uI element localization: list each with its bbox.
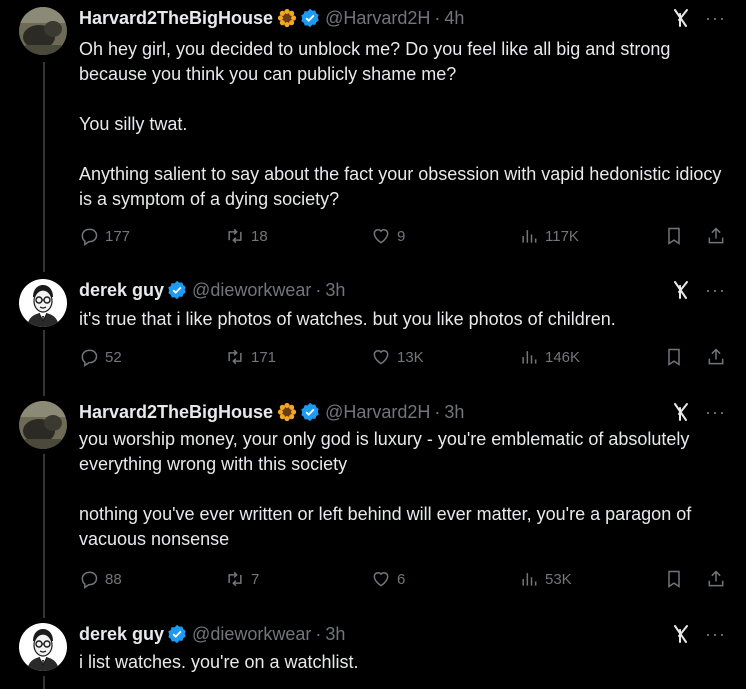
more-options-icon[interactable]: ··· (705, 9, 726, 27)
avatar-photo-icon (19, 401, 67, 449)
avatar[interactable] (19, 7, 67, 55)
avatar-photo-icon (19, 7, 67, 55)
grok-icon[interactable] (671, 624, 691, 644)
tweet-text: Oh hey girl, you decided to unblock me? … (79, 39, 722, 209)
like-button[interactable]: 9 (371, 226, 405, 246)
tweet-header: Harvard2TheBigHouse @Har (79, 399, 726, 425)
repost-count: 171 (251, 348, 277, 366)
repost-icon (228, 228, 242, 244)
tweet-actions: 52 171 13K 146K (79, 345, 726, 369)
sunflower-icon (277, 8, 297, 28)
handle[interactable]: @dieworkwear (192, 624, 311, 645)
separator-dot: · (315, 623, 322, 644)
views-icon (522, 351, 537, 364)
reply-thread: Harvard2TheBigHouse @Harvard2H · 4h ··· … (0, 0, 746, 689)
separator-dot: · (315, 279, 322, 300)
bookmark-icon[interactable] (664, 226, 684, 246)
display-name[interactable]: derek guy (79, 624, 164, 645)
verified-badge-icon[interactable] (300, 402, 320, 422)
views-count: 146K (545, 348, 581, 366)
avatar[interactable] (19, 623, 67, 671)
more-options-icon[interactable]: ··· (705, 281, 726, 299)
views-count: 53K (545, 570, 572, 588)
grok-icon[interactable] (671, 8, 691, 28)
separator-dot: · (434, 401, 441, 422)
display-name[interactable]: derek guy (79, 280, 164, 301)
handle[interactable]: @Harvard2H (325, 402, 430, 423)
like-count: 13K (397, 348, 424, 366)
repost-count: 7 (251, 570, 260, 588)
heart-icon (373, 350, 389, 365)
reply-count: 88 (105, 570, 122, 588)
views-button[interactable]: 53K (519, 569, 572, 589)
like-count: 9 (397, 227, 406, 245)
reply-icon (81, 571, 98, 589)
verified-badge-icon[interactable] (300, 8, 320, 28)
handle[interactable]: @dieworkwear (192, 280, 311, 301)
views-icon (522, 573, 537, 586)
reply-icon (81, 349, 98, 367)
views-count: 117K (545, 227, 579, 245)
bookmark-icon[interactable] (664, 347, 684, 367)
repost-button[interactable]: 171 (225, 347, 276, 367)
heart-icon (373, 229, 389, 244)
grok-icon[interactable] (671, 280, 691, 300)
avatar-drawing-icon (19, 279, 67, 327)
views-button[interactable]: 146K (519, 347, 580, 367)
repost-count: 18 (251, 227, 268, 245)
handle[interactable]: @Harvard2H (325, 8, 430, 29)
like-button[interactable]: 13K (371, 347, 424, 367)
separator-dot: · (434, 7, 441, 28)
views-button[interactable]: 117K (519, 226, 579, 246)
repost-icon (228, 349, 242, 365)
tweet-header: derek guy @dieworkwear · 3h (79, 277, 726, 303)
tweet[interactable]: Harvard2TheBigHouse @Har (0, 0, 746, 265)
reply-count: 177 (105, 227, 131, 245)
reply-count: 52 (105, 348, 122, 366)
tweet[interactable]: derek guy @dieworkwear · 3h ··· it's tru… (0, 275, 746, 385)
tweet[interactable]: Harvard2TheBigHouse @Har (0, 397, 746, 607)
verified-badge-icon[interactable] (167, 280, 187, 300)
heart-icon (373, 572, 389, 587)
tweet-header: derek guy @dieworkwear · 3h (79, 621, 726, 647)
timestamp[interactable]: 4h (444, 8, 464, 29)
like-button[interactable]: 6 (371, 569, 405, 589)
share-icon[interactable] (706, 347, 726, 367)
timestamp[interactable]: 3h (325, 624, 345, 645)
reply-button[interactable]: 52 (79, 347, 122, 367)
display-name[interactable]: Harvard2TheBigHouse (79, 402, 273, 423)
reply-icon (81, 228, 98, 246)
avatar[interactable] (19, 401, 67, 449)
like-count: 6 (397, 570, 406, 588)
timestamp[interactable]: 3h (444, 402, 464, 423)
reply-button[interactable]: 88 (79, 569, 122, 589)
bookmark-icon[interactable] (664, 569, 684, 589)
tweet-text: it's true that i like photos of watches.… (79, 309, 616, 329)
share-icon[interactable] (706, 569, 726, 589)
tweet-actions: 88 7 6 53K (79, 567, 726, 591)
display-name[interactable]: Harvard2TheBigHouse (79, 8, 273, 29)
repost-button[interactable]: 18 (225, 226, 268, 246)
repost-icon (228, 571, 242, 587)
tweet-text: you worship money, your only god is luxu… (79, 429, 692, 549)
avatar[interactable] (19, 279, 67, 327)
grok-icon[interactable] (671, 402, 691, 422)
more-options-icon[interactable]: ··· (705, 403, 726, 421)
timestamp[interactable]: 3h (325, 280, 345, 301)
tweet[interactable]: derek guy @dieworkwear · 3h ··· i list w… (0, 620, 746, 689)
verified-badge-icon[interactable] (167, 624, 187, 644)
tweet-header: Harvard2TheBigHouse @Har (79, 5, 726, 31)
share-icon[interactable] (706, 226, 726, 246)
avatar-drawing-icon (19, 623, 67, 671)
tweet-text: i list watches. you're on a watchlist. (79, 652, 359, 672)
more-options-icon[interactable]: ··· (705, 625, 726, 643)
reply-button[interactable]: 177 (79, 226, 130, 246)
tweet-actions: 177 18 9 117K (79, 224, 726, 248)
sunflower-icon (277, 402, 297, 422)
repost-button[interactable]: 7 (225, 569, 259, 589)
views-icon (522, 230, 537, 243)
